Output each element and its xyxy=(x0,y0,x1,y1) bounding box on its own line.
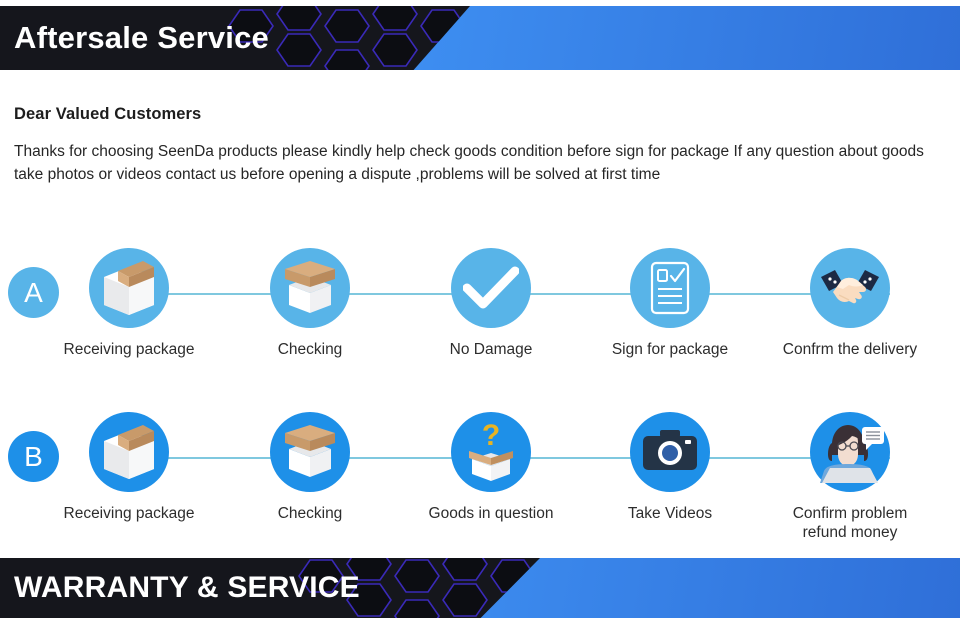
step-label: No Damage xyxy=(449,341,533,358)
intro-block: Dear Valued Customers Thanks for choosin… xyxy=(14,105,944,186)
step-b-take-videos[interactable]: Take Videos xyxy=(590,412,750,523)
camera-icon xyxy=(630,412,710,492)
open-box-icon xyxy=(270,412,350,492)
step-label: Goods in question xyxy=(428,505,554,522)
flow-row-b: B Receiving package Checking ? Goods in … xyxy=(0,412,960,542)
step-label: Sign for package xyxy=(611,341,729,358)
step-label: Checking xyxy=(277,341,343,358)
step-a-sign-for-package[interactable]: Sign for package xyxy=(590,248,750,359)
checkmark-icon xyxy=(451,248,531,328)
intro-heading: Dear Valued Customers xyxy=(14,105,202,123)
question-box-icon: ? xyxy=(451,412,531,492)
step-label: Confirm problem refund money xyxy=(792,505,908,541)
step-label: Receiving package xyxy=(63,341,195,358)
step-a-confirm-delivery[interactable]: Confrm the delivery xyxy=(770,248,930,359)
aftersale-service-page: Aftersale Service Dear Valued Customers … xyxy=(0,0,960,623)
step-label: Confrm the delivery xyxy=(782,341,918,358)
closed-box-icon xyxy=(89,412,169,492)
step-label: Checking xyxy=(277,505,343,522)
step-b-confirm-problem-refund[interactable]: Confirm problem refund money xyxy=(770,412,930,542)
step-label: Take Videos xyxy=(627,505,713,522)
step-b-goods-in-question[interactable]: ? Goods in question xyxy=(411,412,571,523)
closed-box-icon xyxy=(89,248,169,328)
header-banner: Aftersale Service xyxy=(0,6,960,70)
footer-title: WARRANTY & SERVICE xyxy=(14,571,360,604)
signed-document-icon xyxy=(630,248,710,328)
support-agent-icon xyxy=(810,412,890,492)
step-a-receiving-package[interactable]: Receiving package xyxy=(49,248,209,359)
step-label: Receiving package xyxy=(63,505,195,522)
intro-body-text: Thanks for choosing SeenDa products plea… xyxy=(14,143,924,183)
step-b-receiving-package[interactable]: Receiving package xyxy=(49,412,209,523)
flow-row-a: A Receiving package Checking No Damage S… xyxy=(0,248,960,378)
step-a-no-damage[interactable]: No Damage xyxy=(411,248,571,359)
footer-banner: WARRANTY & SERVICE xyxy=(0,558,960,618)
svg-text:?: ? xyxy=(482,419,500,452)
step-b-checking[interactable]: Checking xyxy=(230,412,390,523)
step-a-checking[interactable]: Checking xyxy=(230,248,390,359)
handshake-icon xyxy=(810,248,890,328)
open-box-icon xyxy=(270,248,350,328)
header-title: Aftersale Service xyxy=(14,20,270,55)
